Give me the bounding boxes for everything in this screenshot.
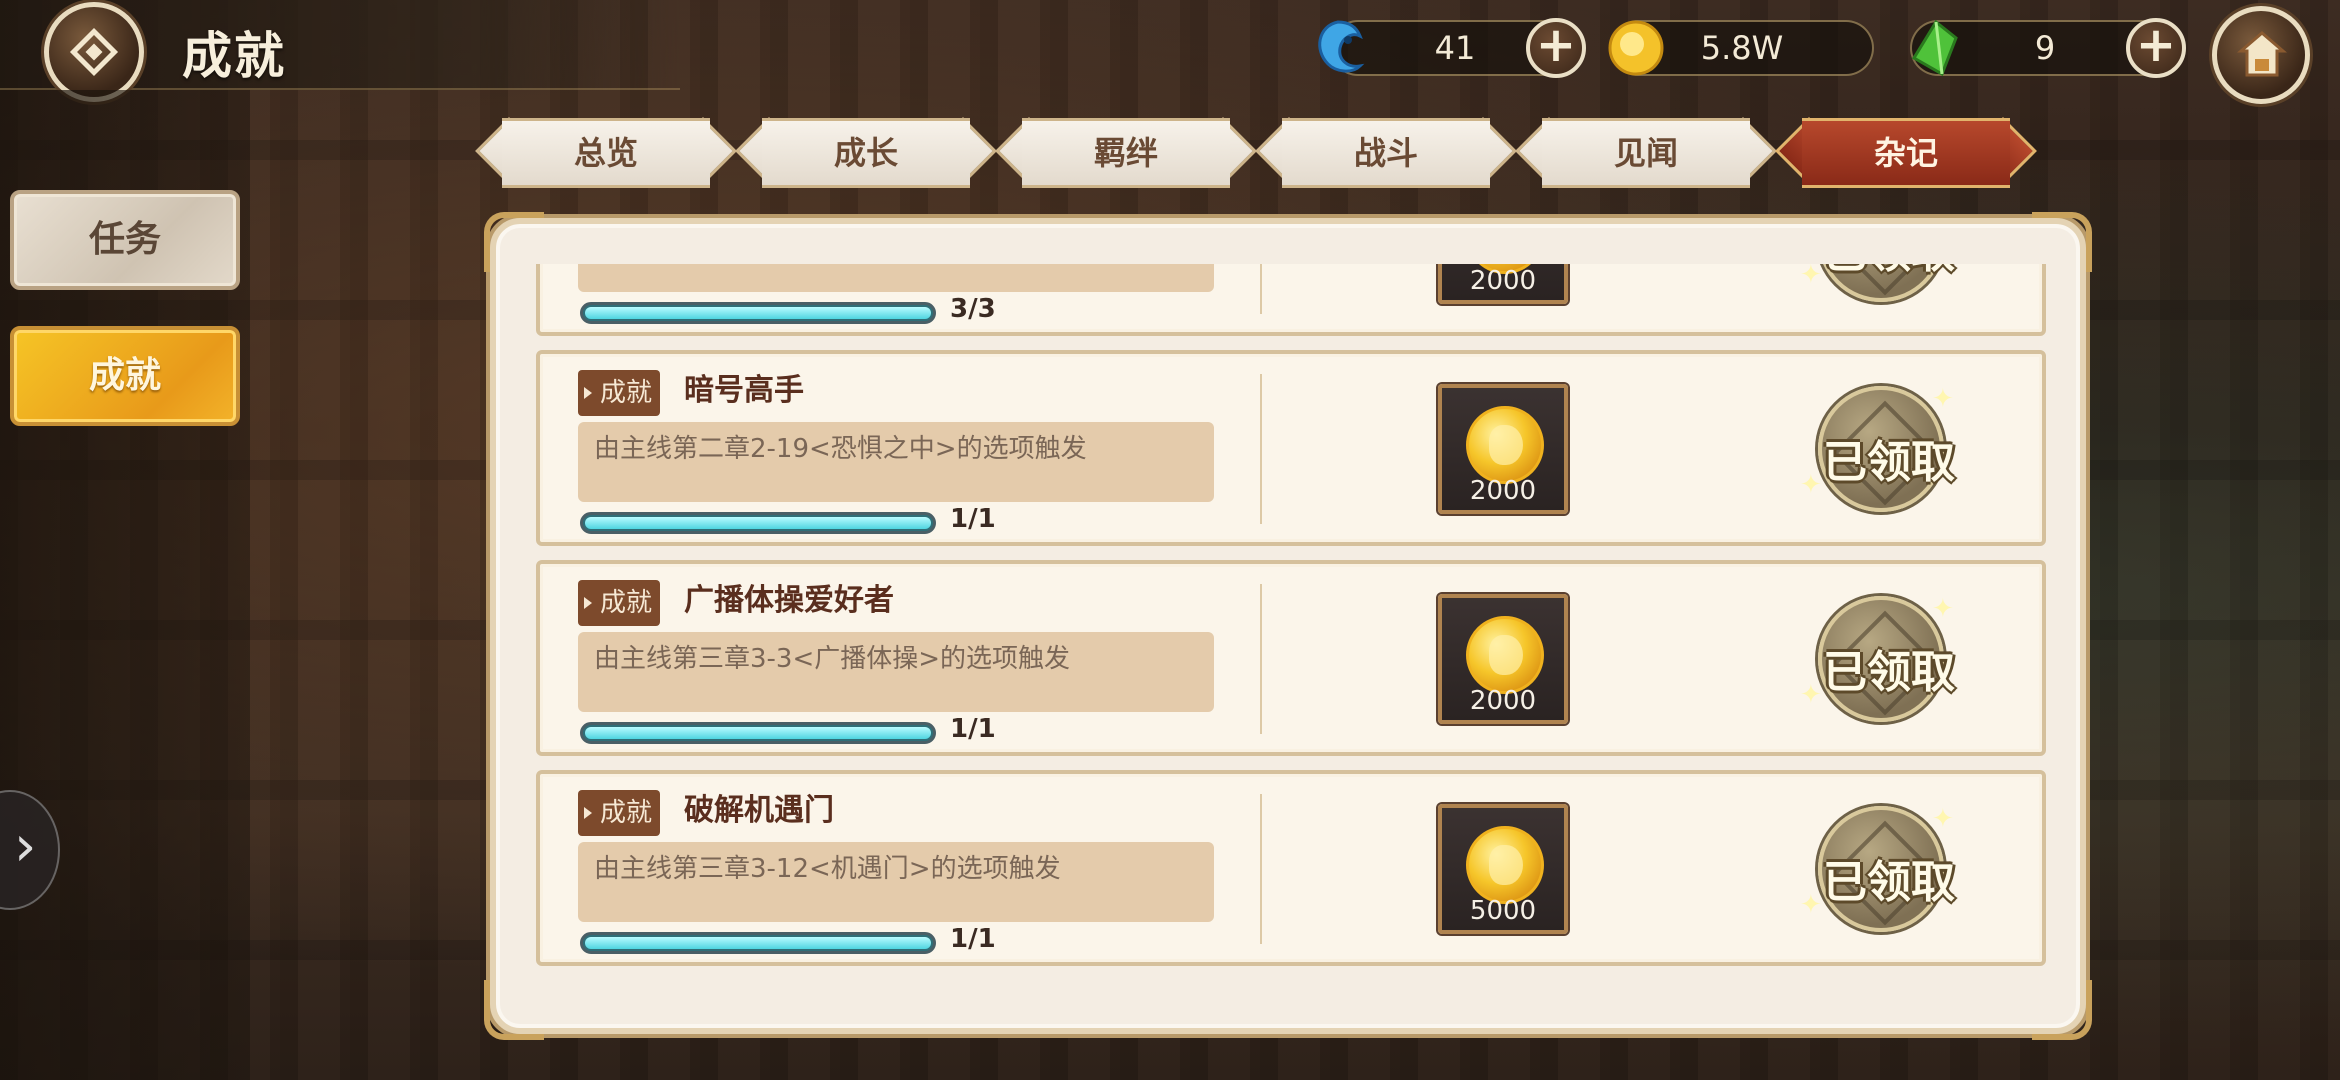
category-tabs: 总览 成长 羁绊 战斗 见闻 杂记 [475,117,2037,192]
currency-crystal: 9 + [1910,18,2186,78]
sparkle-icon: ✦ [1800,264,1822,290]
progress-fill [585,727,931,739]
sidebar-item-tasks[interactable]: 任务 [10,190,240,290]
sidebar: 任务 成就 › [0,90,250,1080]
progress-fill [585,517,931,529]
sparkle-icon: ✦ [1800,680,1822,710]
tab-label: 战斗 [1353,134,1418,172]
achievement-description: 由主线第三章3-3<广播体操>的选项触发 [594,644,1071,674]
gold-coin-icon [1466,616,1544,694]
corner-ornament [484,980,544,1040]
gold-coin-icon [1466,406,1544,484]
achievement-title: 暗号高手 [684,373,804,408]
claimed-stamp: 已领取 [1818,806,1955,932]
home-icon [2237,31,2287,77]
tab-knowledge[interactable]: 见闻 [1515,117,1777,188]
achievement-panel: 成就 由主线2-3<再回贫民窟>的选项触发 3/3 2000 已领取 ✦ ✦ 成… [484,212,2092,1040]
reward-amount: 2000 [1469,686,1537,716]
progress-bar [580,932,936,954]
achievement-desc-box: 由主线2-3<再回贫民窟>的选项触发 [578,264,1214,292]
achievement-desc-box: 由主线第三章3-12<机遇门>的选项触发 [578,842,1214,922]
claimed-stamp: 已领取 [1818,596,1955,722]
card-divider [1260,374,1262,524]
card-divider [1260,584,1262,734]
progress-bar [580,722,936,744]
tab-bond[interactable]: 羁绊 [995,117,1257,188]
reward-slot[interactable]: 2000 [1438,264,1568,304]
progress-fill [585,307,931,319]
tab-misc[interactable]: 杂记 [1775,117,2037,188]
progress-text: 1/1 [950,924,996,954]
chevron-right-icon: › [14,814,37,879]
achievement-badge: 成就 [578,790,660,836]
card-divider [1260,264,1262,314]
achievement-card: 成就 暗号高手 由主线第二章2-19<恐惧之中>的选项触发 1/1 2000 已… [536,350,2046,546]
reward-amount: 2000 [1469,266,1537,296]
progress-text: 1/1 [950,714,996,744]
progress-bar [580,302,936,324]
achievement-title: 破解机遇门 [684,793,834,828]
sparkle-icon: ✦ [1932,384,1954,414]
sidebar-item-label: 成就 [88,355,161,396]
sparkle-icon: ✦ [1800,470,1822,500]
claimed-label: 已领取 [1823,647,1955,698]
tab-battle[interactable]: 战斗 [1255,117,1517,188]
claimed-label: 已领取 [1794,264,1984,280]
card-divider [1260,794,1262,944]
claimed-stamp: 已领取 [1818,264,1955,302]
corner-ornament [484,212,544,272]
achievement-desc-box: 由主线第三章3-3<广播体操>的选项触发 [578,632,1214,712]
reward-slot[interactable]: 2000 [1438,384,1568,514]
reward-amount: 2000 [1469,476,1537,506]
tab-growth[interactable]: 成长 [735,117,997,188]
tab-label: 成长 [833,134,898,172]
progress-bar [580,512,936,534]
achievement-card: 成就 由主线2-3<再回贫民窟>的选项触发 3/3 2000 已领取 ✦ ✦ [536,264,2046,336]
sidebar-item-achievements[interactable]: 成就 [10,326,240,426]
expand-sidebar-button[interactable]: › [0,790,60,910]
currency-gold-value: 5.8W [1700,29,1784,67]
achievement-card: 成就 广播体操爱好者 由主线第三章3-3<广播体操>的选项触发 1/1 2000… [536,560,2046,756]
achievement-title: 广播体操爱好者 [684,583,894,618]
progress-text: 1/1 [950,504,996,534]
currency-fish: 41 + [1318,18,1586,78]
page-title: 成就 [182,27,286,85]
tab-label: 总览 [573,134,638,172]
achievement-badge: 成就 [578,580,660,626]
sparkle-icon: ✦ [1932,594,1954,624]
tab-overview[interactable]: 总览 [475,117,737,188]
progress-text: 3/3 [950,294,996,324]
reward-slot[interactable]: 2000 [1438,594,1568,724]
corner-ornament [2032,212,2092,272]
achievement-description: 由主线第二章2-19<恐惧之中>的选项触发 [594,434,1087,464]
add-fish-button[interactable]: + [1526,18,1586,78]
achievement-badge: 成就 [578,370,660,416]
tab-label: 见闻 [1613,134,1678,172]
reward-slot[interactable]: 5000 [1438,804,1568,934]
gold-coin-icon [1466,826,1544,904]
tab-label: 羁绊 [1093,134,1158,172]
home-button[interactable] [2212,6,2310,104]
sparkle-icon: ✦ [1932,804,1954,834]
sparkle-icon: ✦ [1800,890,1822,920]
back-button[interactable] [44,2,144,102]
add-crystal-button[interactable]: + [2126,18,2186,78]
progress-fill [585,937,931,949]
sidebar-item-label: 任务 [88,219,161,260]
tab-label: 杂记 [1873,134,1938,172]
reward-amount: 5000 [1469,896,1537,926]
achievement-card: 成就 破解机遇门 由主线第三章3-12<机遇门>的选项触发 1/1 5000 已… [536,770,2046,966]
claimed-label: 已领取 [1823,857,1955,908]
achievement-desc-box: 由主线第二章2-19<恐惧之中>的选项触发 [578,422,1214,502]
achievement-description: 由主线第三章3-12<机遇门>的选项触发 [594,854,1061,884]
claimed-stamp: 已领取 [1818,386,1955,512]
currency-gold: 5.8W [1608,20,1874,76]
achievement-list[interactable]: 成就 由主线2-3<再回贫民窟>的选项触发 3/3 2000 已领取 ✦ ✦ 成… [536,264,2046,996]
claimed-label: 已领取 [1823,437,1955,488]
